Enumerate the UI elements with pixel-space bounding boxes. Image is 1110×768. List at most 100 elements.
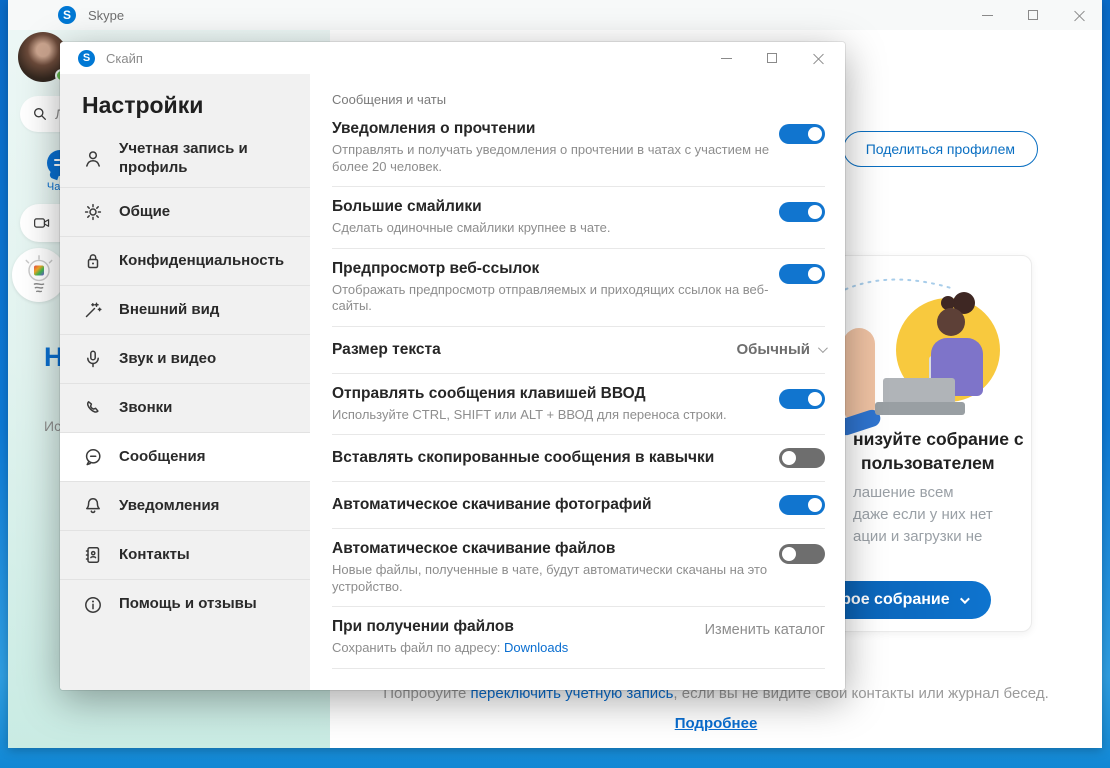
setting-row-read-receipts: Уведомления о прочтении Отправлять и пол… <box>332 109 825 187</box>
sidebar-item-general[interactable]: Общие <box>60 188 310 237</box>
toggle-knob <box>782 451 796 465</box>
chevron-down-icon <box>818 343 828 353</box>
setting-description-prefix: Сохранить файл по адресу: <box>332 640 504 655</box>
toggle-large-emoticons[interactable] <box>779 202 825 222</box>
setting-description: Сделать одиночные смайлики крупнее в чат… <box>332 220 610 237</box>
minimize-button[interactable] <box>964 0 1010 30</box>
minimize-icon <box>982 15 993 16</box>
sidebar-item-audio-video[interactable]: Звук и видео <box>60 335 310 384</box>
toggle-knob <box>782 547 796 561</box>
setting-title: Размер текста <box>332 339 441 361</box>
toggle-link-previews[interactable] <box>779 264 825 284</box>
sidebar-item-label: Уведомления <box>119 497 219 516</box>
sidebar-item-label: Учетная запись и профиль <box>119 140 296 178</box>
change-directory-button[interactable]: Изменить каталог <box>705 622 825 657</box>
promo-body-line3: ации и загрузки не <box>853 528 982 545</box>
setting-row-paste-as-quote: Вставлять скопированные сообщения в кавы… <box>332 435 825 482</box>
contacts-icon <box>82 544 104 566</box>
dialog-close-button[interactable] <box>795 42 841 74</box>
dialog-title: Скайп <box>106 51 143 66</box>
setting-title: Автоматическое скачивание файлов <box>332 538 779 560</box>
minimize-icon <box>721 58 732 59</box>
section-label: Сообщения и чаты <box>332 92 825 107</box>
text-size-dropdown[interactable]: Обычный <box>736 341 825 358</box>
settings-title: Настройки <box>60 74 310 131</box>
downloads-folder-link[interactable]: Downloads <box>504 640 568 655</box>
maximize-button[interactable] <box>1010 0 1056 30</box>
video-camera-icon <box>33 215 51 231</box>
setting-description: Новые файлы, полученные в чате, будут ав… <box>332 562 779 595</box>
sidebar-item-label: Общие <box>119 203 170 222</box>
window-title: Skype <box>88 8 124 23</box>
messages-settings-panel: Сообщения и чаты Уведомления о прочтении… <box>310 74 845 690</box>
sidebar-item-account[interactable]: Учетная запись и профиль <box>60 131 310 188</box>
info-icon <box>82 594 104 616</box>
setting-title: Большие смайлики <box>332 196 610 218</box>
search-icon <box>32 106 48 122</box>
gear-icon <box>82 201 104 223</box>
toggle-auto-download-photos[interactable] <box>779 495 825 515</box>
close-button[interactable] <box>1056 0 1102 30</box>
toggle-knob <box>808 498 822 512</box>
settings-dialog: S Скайп Настройки Учетная запись и профи… <box>60 42 845 690</box>
illustration-laptop-base <box>875 402 965 415</box>
sidebar-item-messages[interactable]: Сообщения <box>60 433 310 482</box>
sidebar-item-appearance[interactable]: Внешний вид <box>60 286 310 335</box>
illustration-head <box>937 308 965 336</box>
setting-row-large-emoticons: Большие смайлики Сделать одиночные смайл… <box>332 187 825 249</box>
sidebar-item-label: Внешний вид <box>119 301 219 320</box>
setting-row-text-size: Размер текста Обычный <box>332 327 825 374</box>
toggle-knob <box>808 267 822 281</box>
toggle-enter-to-send[interactable] <box>779 389 825 409</box>
toggle-auto-download-files[interactable] <box>779 544 825 564</box>
learn-more-link[interactable]: Подробнее <box>675 715 758 732</box>
tip-bubble[interactable] <box>12 248 66 302</box>
bell-icon <box>82 495 104 517</box>
sidebar-item-help[interactable]: Помощь и отзывы <box>60 580 310 629</box>
close-icon <box>1074 10 1085 21</box>
microphone-icon <box>82 348 104 370</box>
sidebar-item-calls[interactable]: Звонки <box>60 384 310 433</box>
setting-description: Отправлять и получать уведомления о проч… <box>332 142 779 175</box>
dialog-maximize-button[interactable] <box>749 42 795 74</box>
promo-heading-line1: низуйте собрание с <box>853 429 1024 450</box>
sidebar-item-label: Звук и видео <box>119 350 216 369</box>
person-icon <box>82 148 104 170</box>
setting-title: Автоматическое скачивание фотографий <box>332 494 652 516</box>
setting-row-link-previews: Предпросмотр веб-ссылок Отображать предп… <box>332 249 825 327</box>
sidebar-item-label: Контакты <box>119 546 190 565</box>
quick-meeting-label: трое собрание <box>833 591 949 609</box>
wand-icon <box>82 299 104 321</box>
phone-icon <box>82 397 104 419</box>
promo-body-line2: даже если у них нет <box>853 506 993 523</box>
illustration-laptop-screen <box>883 378 955 404</box>
setting-row-file-location: При получении файлов Сохранить файл по а… <box>332 607 825 669</box>
dialog-titlebar: S Скайп <box>60 42 845 74</box>
setting-description: Используйте CTRL, SHIFT или ALT + ВВОД д… <box>332 407 727 424</box>
sidebar-item-privacy[interactable]: Конфиденциальность <box>60 237 310 286</box>
skype-logo-icon: S <box>58 6 76 24</box>
main-titlebar: S Skype <box>8 0 1102 30</box>
setting-description: Отображать предпросмотр отправляемых и п… <box>332 282 779 315</box>
chevron-down-icon <box>960 594 970 604</box>
maximize-icon <box>1028 10 1038 20</box>
lock-icon <box>82 250 104 272</box>
toggle-read-receipts[interactable] <box>779 124 825 144</box>
setting-row-auto-download-files: Автоматическое скачивание файлов Новые ф… <box>332 529 825 607</box>
setting-title: Уведомления о прочтении <box>332 118 779 140</box>
sidebar-item-notifications[interactable]: Уведомления <box>60 482 310 531</box>
share-profile-button[interactable]: Поделиться профилем <box>843 131 1038 167</box>
sidebar-item-label: Звонки <box>119 399 172 418</box>
lightbulb-icon <box>19 253 59 297</box>
dropdown-value: Обычный <box>736 341 810 358</box>
maximize-icon <box>767 53 777 63</box>
toggle-paste-as-quote[interactable] <box>779 448 825 468</box>
setting-row-auto-download-photos: Автоматическое скачивание фотографий <box>332 482 825 529</box>
account-hint-footer: Попробуйте переключить учетную запись, е… <box>330 685 1102 732</box>
dialog-minimize-button[interactable] <box>703 42 749 74</box>
chat-icon <box>82 446 104 468</box>
setting-title: Предпросмотр веб-ссылок <box>332 258 779 280</box>
sidebar-item-contacts[interactable]: Контакты <box>60 531 310 580</box>
toggle-knob <box>808 127 822 141</box>
promo-heading-line2: пользователем <box>861 453 995 474</box>
